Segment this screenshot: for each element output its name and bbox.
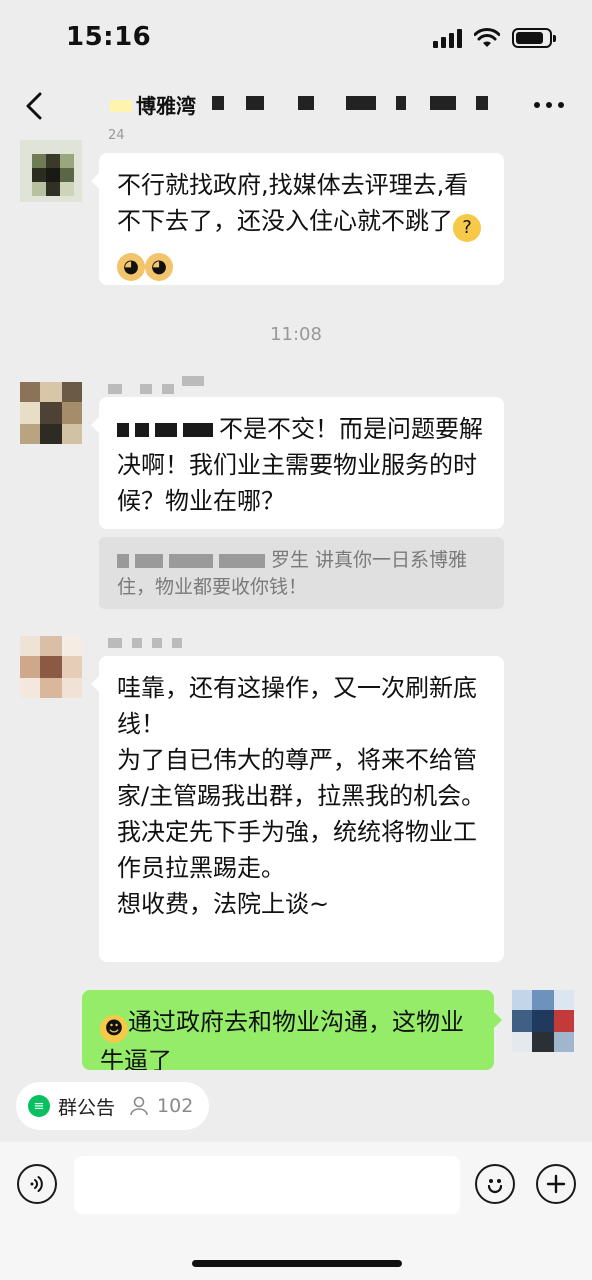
sender-name-mask xyxy=(162,384,174,394)
input-bar xyxy=(0,1142,592,1280)
sender-name: 24 xyxy=(108,128,125,143)
time-separator: 11:08 xyxy=(270,324,322,345)
plus-icon xyxy=(546,1174,566,1194)
title-mask xyxy=(346,96,376,110)
doge-emoji-icon: ◕ xyxy=(117,253,145,281)
voice-button[interactable] xyxy=(17,1164,57,1204)
sender-name-mask xyxy=(108,638,122,648)
quote-mask xyxy=(219,553,265,568)
message-text: 通过政府去和物业沟通，这物业牛逼了 xyxy=(100,1008,464,1075)
avatar[interactable] xyxy=(20,140,82,202)
chat-title: 博雅湾 xyxy=(136,94,196,118)
announcement-label: 群公告 xyxy=(58,1096,116,1119)
title-mask xyxy=(476,96,488,110)
title-mask xyxy=(212,96,224,110)
avatar[interactable] xyxy=(20,636,82,698)
more-button[interactable] xyxy=(534,90,564,120)
sender-name-mask xyxy=(108,384,122,394)
doge-emoji-icon: ◕ xyxy=(145,253,173,281)
mention-mask xyxy=(135,423,149,437)
message-bubble[interactable]: 不是不交！而是问题要解决啊！我们业主需要物业服务的时候？物业在哪？ xyxy=(91,397,504,529)
title-mask xyxy=(298,96,314,110)
status-time: 15:16 xyxy=(66,22,152,52)
message-bubble[interactable]: 哇靠，还有这操作，又一次刷新底线！ 为了自已伟大的尊严，将来不给管家/主管踢我出… xyxy=(91,656,504,962)
more-dots-icon xyxy=(534,102,540,108)
quoted-message[interactable]: 罗生 讲真你一日系博雅住，物业都要收你钱！ xyxy=(99,537,504,609)
home-indicator xyxy=(192,1260,402,1267)
message-text: 不行就找政府,找媒体去评理去,看不下去了，还没入住心就不跳了 xyxy=(117,171,469,235)
status-bar: 15:16 xyxy=(0,0,592,80)
wifi-icon xyxy=(474,28,500,47)
quote-mask xyxy=(135,553,163,568)
sender-name-mask xyxy=(152,638,162,648)
own-message-bubble[interactable]: ☻ 通过政府去和物业沟通，这物业牛逼了 xyxy=(82,990,502,1075)
voice-icon xyxy=(30,1176,43,1192)
person-icon xyxy=(130,1096,148,1116)
mention-mask xyxy=(183,423,213,437)
avatar[interactable] xyxy=(20,382,82,444)
quote-mask xyxy=(169,553,213,568)
emoji-button[interactable] xyxy=(475,1164,515,1204)
mention-mask xyxy=(155,423,177,437)
sender-name-mask xyxy=(182,376,204,386)
status-icons xyxy=(433,28,556,48)
message-text: 哇靠，还有这操作，又一次刷新底线！ 为了自已伟大的尊严，将来不给管家/主管踢我出… xyxy=(117,674,486,918)
battery-level xyxy=(516,32,544,44)
announcement-icon: ≡ xyxy=(28,1095,50,1117)
grinning-face-emoji-icon: ☻ xyxy=(100,1015,128,1043)
sender-name-mask xyxy=(140,384,152,394)
sender-name-mask xyxy=(172,638,182,648)
title-mask xyxy=(430,96,456,110)
title-mask xyxy=(396,96,406,110)
chat-header: 博雅湾 xyxy=(0,80,592,132)
self-avatar[interactable] xyxy=(512,990,574,1052)
battery-icon xyxy=(512,28,556,48)
cellular-signal-icon xyxy=(433,28,462,48)
emoji-icon xyxy=(487,1179,503,1194)
announcement-button[interactable]: ≡ 群公告 102 xyxy=(16,1082,210,1130)
title-prefix-mask xyxy=(110,100,132,112)
back-button[interactable] xyxy=(18,86,54,126)
message-input[interactable] xyxy=(74,1156,460,1214)
sender-name-mask xyxy=(132,638,142,648)
title-mask xyxy=(246,96,264,110)
thinking-face-emoji-icon: ? xyxy=(453,214,481,242)
announcement-bar: ≡ 群公告 102 xyxy=(0,1070,592,1142)
quote-mask xyxy=(117,553,129,568)
plus-button[interactable] xyxy=(536,1164,576,1204)
back-arrow-icon xyxy=(26,92,42,120)
message-bubble[interactable]: 不行就找政府,找媒体去评理去,看不下去了，还没入住心就不跳了 ? ◕ ◕ xyxy=(91,153,504,285)
mention-mask xyxy=(117,423,129,437)
member-count: 102 xyxy=(157,1095,194,1117)
